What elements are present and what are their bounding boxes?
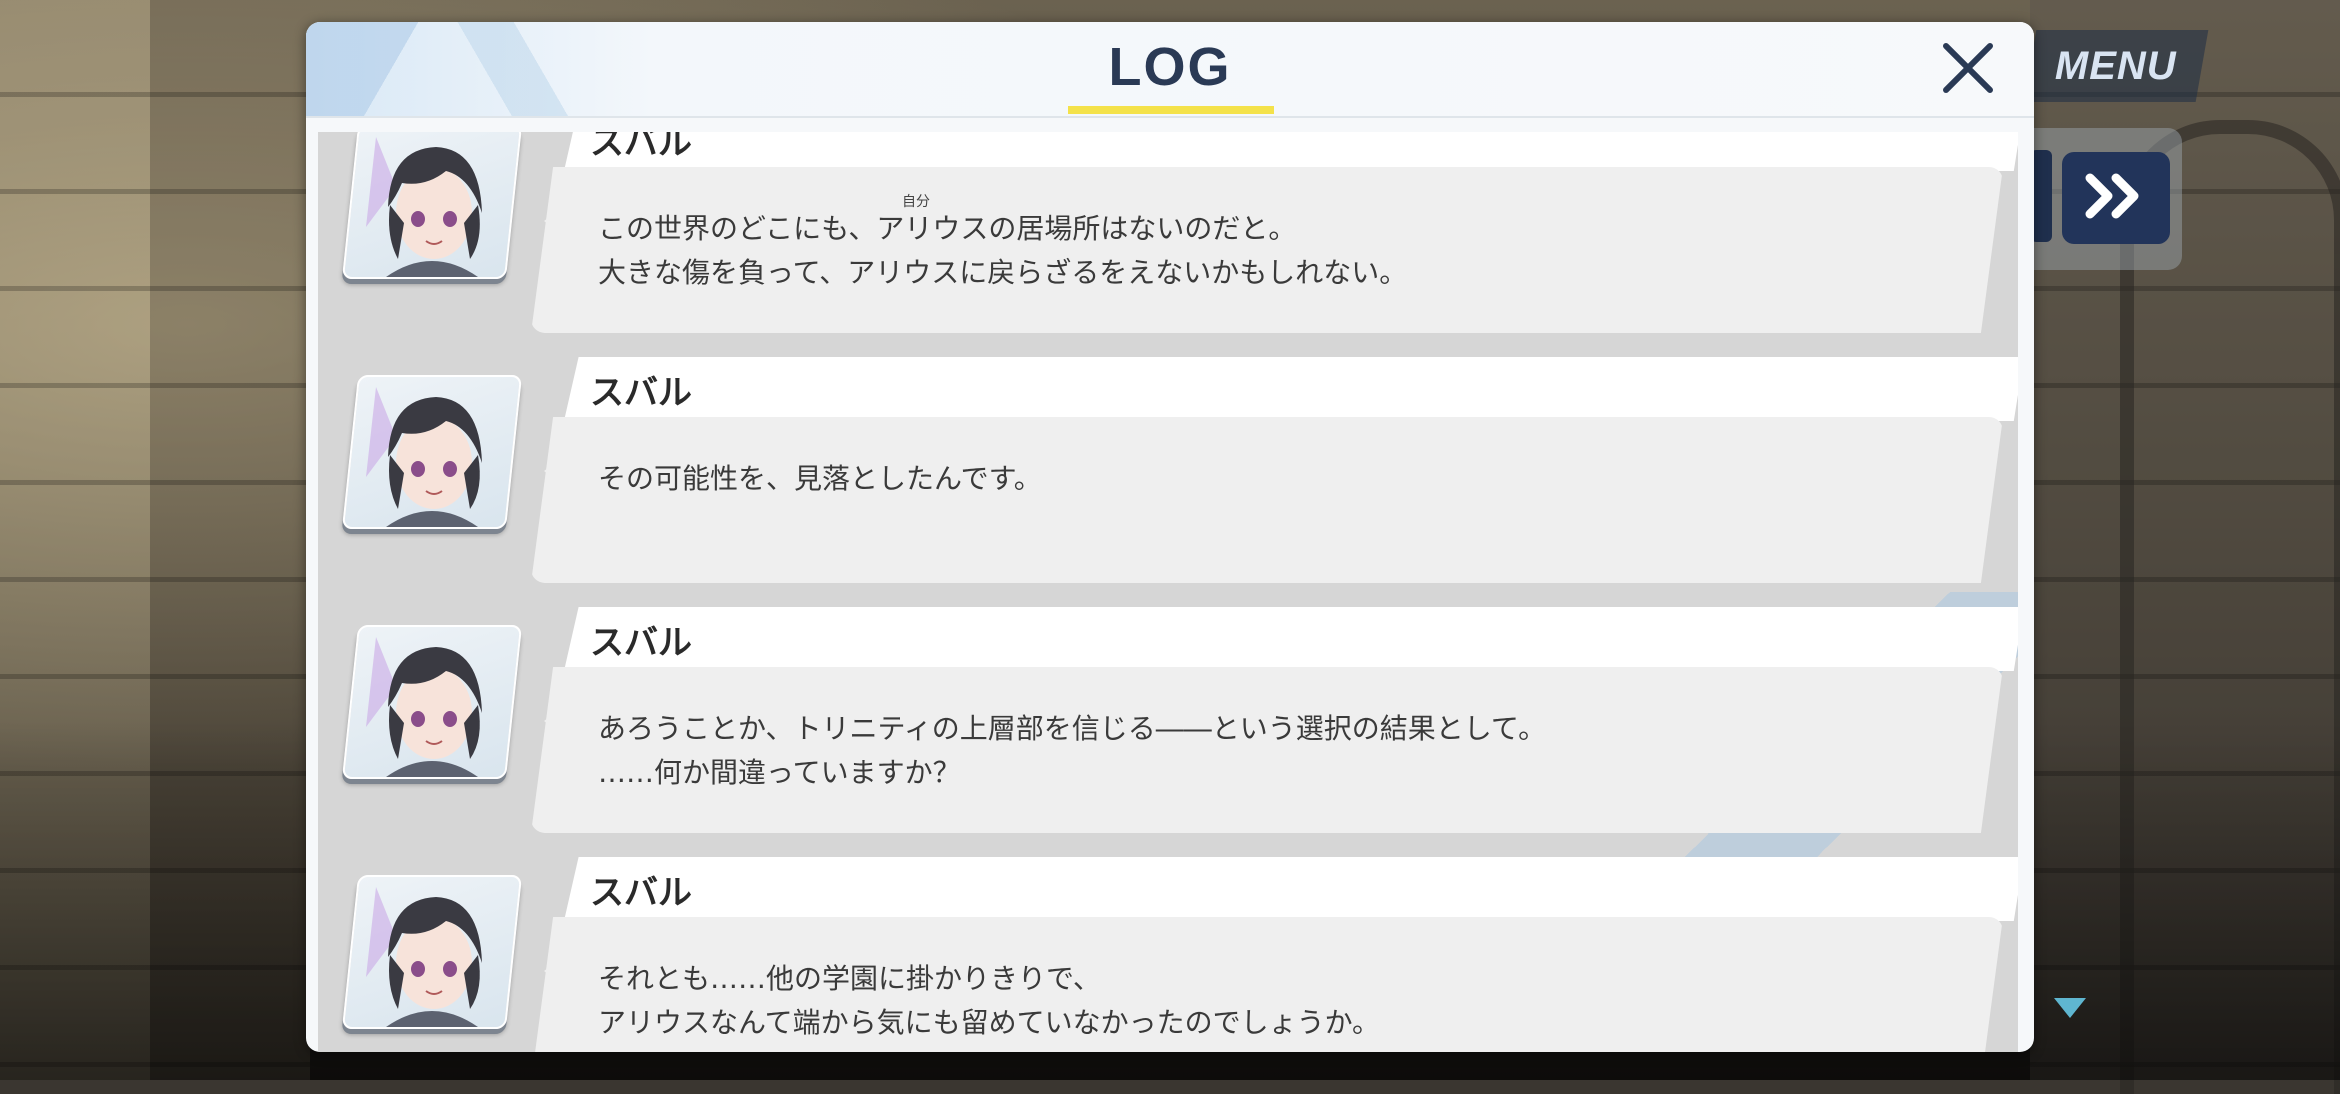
log-list: スバル 自分 この世界のどこにも、アリウスの居場所はないのだと。 大きな傷を負っ… — [318, 132, 2018, 1052]
dialogue-line: アリウスなんて端から気にも留めていなかったのでしょうか。 — [598, 1006, 1381, 1039]
log-entry: スバル 自分 この世界のどこにも、アリウスの居場所はないのだと。 大きな傷を負っ… — [318, 132, 2018, 357]
dialogue-line: 大きな傷を負って、アリウスに戻らざるをえないかもしれない。 — [598, 256, 1408, 289]
speaker-name: スバル — [590, 873, 692, 913]
log-entry: スバル あろうことか、トリニティの上層部を信じる――という選択の結果として。 …… — [318, 607, 2018, 857]
avatar — [341, 375, 523, 529]
dialogue-pointer — [544, 457, 562, 485]
speaker-box — [564, 357, 2018, 421]
dialogue-line: それとも……他の学園に掛かりきりで、 — [598, 962, 1101, 995]
speaker-box — [564, 857, 2018, 921]
dialogue-text: この世界のどこにも、アリウスの居場所はないのだと。 大きな傷を負って、アリウスに… — [598, 207, 1407, 295]
speaker-box — [564, 607, 2018, 671]
fast-forward-icon — [2084, 172, 2148, 224]
log-panel: LOG スバル 自分 この世界のどこにも、アリウスの居場所はないのだと。 大きな… — [306, 22, 2034, 1052]
dialogue-line: その可能性を、見落としたんです。 — [598, 462, 1042, 495]
speaker-box — [564, 132, 2018, 171]
skip-button[interactable] — [2062, 152, 2170, 244]
dialogue-pointer — [544, 207, 562, 235]
dialogue-line: この世界のどこにも、アリウスの居場所はないのだと。 — [598, 212, 1297, 245]
avatar — [341, 132, 523, 279]
dialogue-pointer — [544, 707, 562, 735]
dialogue-text: その可能性を、見落としたんです。 — [598, 457, 1042, 501]
dialogue-pointer — [544, 957, 562, 985]
close-button[interactable] — [1936, 38, 2000, 102]
log-title: LOG — [1108, 37, 1232, 97]
log-scroll-area[interactable]: スバル 自分 この世界のどこにも、アリウスの居場所はないのだと。 大きな傷を負っ… — [318, 132, 2018, 1052]
dialogue-text: あろうことか、トリニティの上層部を信じる――という選択の結果として。 ……何か間… — [598, 707, 1546, 795]
dialogue-line: ……何か間違っていますか？ — [598, 756, 961, 789]
avatar — [341, 625, 523, 779]
log-header: LOG — [306, 22, 2034, 118]
dialogue-text: それとも……他の学園に掛かりきりで、 アリウスなんて端から気にも留めていなかった… — [598, 957, 1380, 1045]
speaker-name: スバル — [590, 132, 692, 163]
close-icon — [1942, 42, 1994, 98]
log-entry: スバル その可能性を、見落としたんです。 — [318, 357, 2018, 607]
triangle-down-icon — [2054, 998, 2086, 1018]
menu-button-label: MENU — [2055, 43, 2177, 88]
avatar — [341, 875, 523, 1029]
menu-button[interactable]: MENU — [2023, 30, 2209, 102]
speaker-name: スバル — [590, 373, 692, 413]
log-entry: スバル それとも……他の学園に掛かりきりで、 アリウスなんて端から気にも留めてい… — [318, 857, 2018, 1052]
speaker-name: スバル — [590, 623, 692, 663]
title-underline — [1068, 106, 1274, 114]
dialogue-line: あろうことか、トリニティの上層部を信じる――という選択の結果として。 — [598, 712, 1547, 745]
